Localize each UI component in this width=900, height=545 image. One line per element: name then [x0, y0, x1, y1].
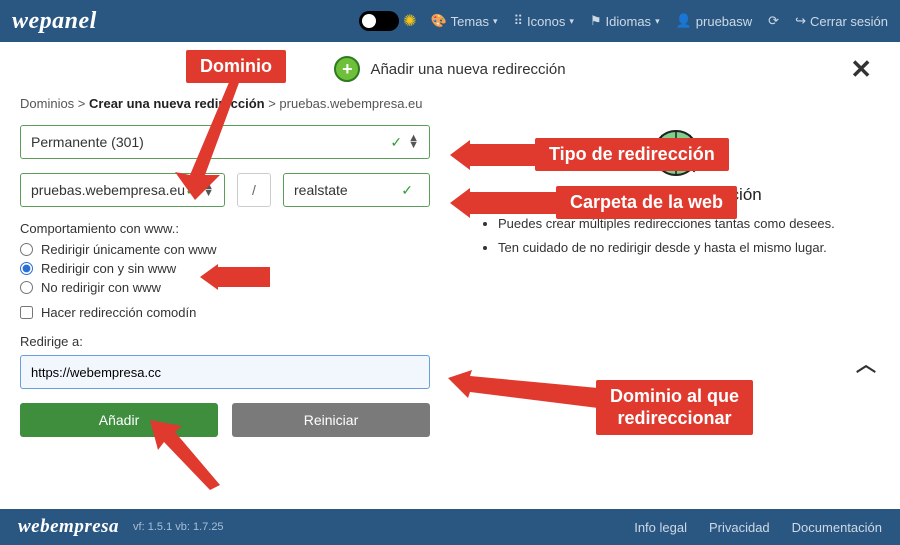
check-icon: ✓: [401, 182, 413, 199]
breadcrumb: Dominios > Crear una nueva redirección >…: [20, 96, 880, 111]
page-header: + Añadir una nueva redirección ✕: [20, 50, 880, 92]
footer-docs[interactable]: Documentación: [792, 520, 882, 535]
footer-brand: webempresa: [18, 516, 119, 538]
crumb-current: Crear una nueva redirección: [89, 96, 265, 111]
footer-version: vf: 1.5.1 vb: 1.7.25: [133, 521, 224, 533]
help-li-1: Puedes crear múltiples redirecciones tan…: [498, 215, 880, 233]
www-legend: Comportamiento con www.:: [20, 221, 430, 236]
path-input[interactable]: realstate ✓: [283, 173, 430, 207]
target-input[interactable]: [20, 355, 430, 389]
redirect-type-select[interactable]: Permanente (301) ✓ ▲▼: [20, 125, 430, 159]
form-area: Permanente (301) ✓ ▲▼ pruebas.webempresa…: [20, 125, 880, 437]
crumb-dominios[interactable]: Dominios: [20, 96, 74, 111]
nav-logout[interactable]: ↪ Cerrar sesión: [795, 13, 888, 29]
www-both[interactable]: Redirigir con y sin www: [20, 261, 430, 276]
page: + Añadir una nueva redirección ✕ Dominio…: [0, 42, 900, 437]
gear-icon[interactable]: ✺: [403, 11, 416, 31]
help-li-2: Ten cuidado de no redirigir desde y hast…: [498, 239, 880, 257]
slash-label: /: [237, 173, 271, 207]
top-bar: wepanel ✺ 🎨 Temas ▾ ⠿ Iconos ▾ ⚑ Idiomas…: [0, 0, 900, 42]
page-title: Añadir una nueva redirección: [370, 61, 565, 78]
footer-priv[interactable]: Privacidad: [709, 520, 770, 535]
target-label: Redirige a:: [20, 334, 430, 349]
www-radio-group: Redirigir únicamente con www Redirigir c…: [20, 242, 430, 295]
chevron-updown-icon: ▲▼: [203, 183, 214, 197]
check-icon: ✓: [390, 134, 402, 151]
domain-value: pruebas.webempresa.eu: [31, 182, 185, 198]
wildcard-checkbox[interactable]: Hacer redirección comodín: [20, 305, 430, 320]
globe-icon: [648, 125, 712, 179]
help-list: Puedes crear múltiples redirecciones tan…: [480, 215, 880, 256]
form-left: Permanente (301) ✓ ▲▼ pruebas.webempresa…: [20, 125, 430, 437]
brand-logo: wepanel: [12, 8, 97, 35]
domain-select[interactable]: pruebas.webempresa.eu ✓ ▲▼: [20, 173, 225, 207]
help-panel: Crear una redirección Puedes crear múlti…: [460, 125, 880, 437]
close-icon[interactable]: ✕: [850, 54, 872, 85]
chevron-updown-icon: ▲▼: [408, 135, 419, 149]
footer: webempresa vf: 1.5.1 vb: 1.7.25 Info leg…: [0, 509, 900, 545]
nav-iconos[interactable]: ⠿ Iconos ▾: [514, 13, 574, 29]
www-none[interactable]: No redirigir con www: [20, 280, 430, 295]
sync-icon: ⟳: [768, 13, 779, 29]
reset-button[interactable]: Reiniciar: [232, 403, 430, 437]
footer-info[interactable]: Info legal: [634, 520, 687, 535]
top-nav: 🎨 Temas ▾ ⠿ Iconos ▾ ⚑ Idiomas▾ 👤 prueba…: [430, 13, 888, 29]
nav-refresh[interactable]: ⟳: [768, 13, 779, 29]
theme-toggle[interactable]: [359, 11, 399, 31]
nav-idiomas[interactable]: ⚑ Idiomas▾: [590, 13, 660, 29]
crumb-domain: pruebas.webempresa.eu: [279, 96, 422, 111]
plus-icon: +: [334, 56, 360, 82]
help-title: Crear una redirección: [480, 185, 880, 205]
add-button[interactable]: Añadir: [20, 403, 218, 437]
www-only[interactable]: Redirigir únicamente con www: [20, 242, 430, 257]
nav-temas[interactable]: 🎨 Temas ▾: [430, 13, 497, 29]
redirect-type-value: Permanente (301): [31, 134, 144, 150]
scroll-top-button[interactable]: ︿: [856, 348, 876, 377]
nav-user[interactable]: 👤 pruebasw: [676, 13, 753, 29]
path-value: realstate: [294, 182, 348, 198]
check-icon: ✓: [185, 182, 197, 199]
